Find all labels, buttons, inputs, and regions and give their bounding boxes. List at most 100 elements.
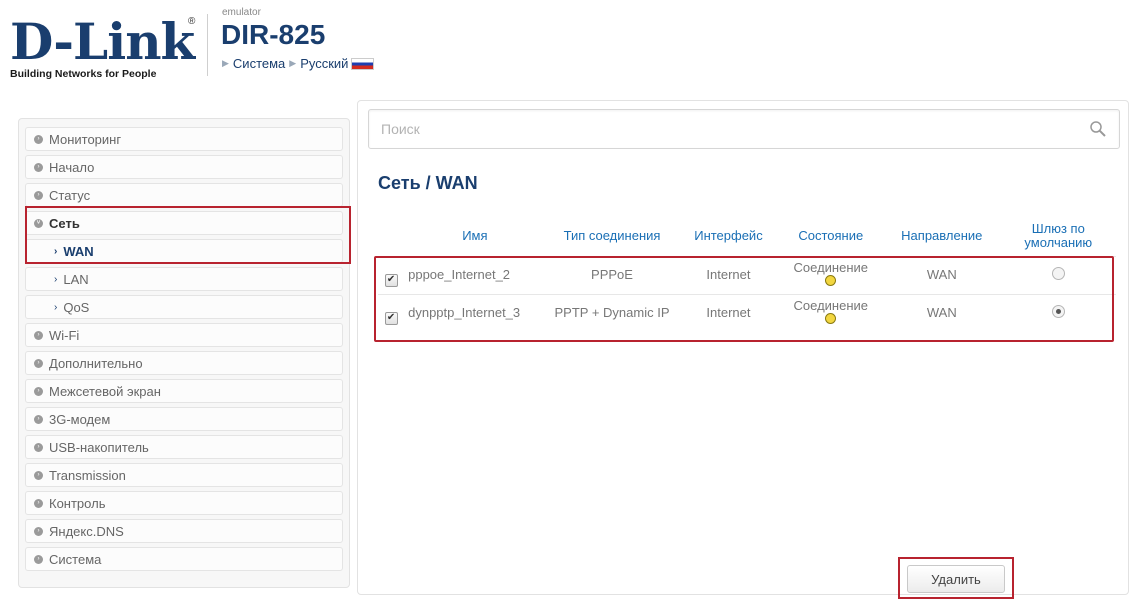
model-name: DIR-825 (221, 19, 326, 50)
sidebar-item-label: LAN (63, 271, 89, 287)
default-gateway-cell (1000, 293, 1116, 332)
sidebar-item-label: Система (49, 551, 102, 567)
table-row[interactable]: ✔ dynpptp_Internet_3 PPTP + Dynamic IP I… (378, 293, 1116, 332)
table-row[interactable]: ✔ pppoe_Internet_2 PPPoE Internet Соедин… (378, 255, 1116, 294)
column-header-direction[interactable]: Направление (883, 216, 1001, 256)
table-header-row: Имя Тип соединения Интерфейс Состояние Н… (378, 216, 1116, 256)
sidebar-item-label: Сеть (49, 215, 80, 231)
sidebar-item-qos[interactable]: › QoS (25, 295, 343, 319)
sidebar-item-label: Контроль (49, 495, 106, 511)
default-gateway-radio[interactable] (1051, 267, 1065, 280)
delete-button[interactable]: Удалить (907, 565, 1005, 593)
sidebar-item-advanced[interactable]: › Дополнительно (25, 351, 343, 375)
bullet-icon: › (34, 554, 43, 564)
column-header-name[interactable]: Имя (404, 216, 546, 256)
bullet-icon: › (34, 526, 43, 536)
sidebar-item-system[interactable]: › Система (25, 547, 343, 571)
dlink-logo[interactable]: D-Link ® Building Networks for People (10, 14, 200, 94)
connection-interface: Internet (678, 255, 779, 294)
connection-type: PPPoE (545, 255, 679, 294)
connection-type: PPTP + Dynamic IP (545, 293, 679, 332)
column-header-default-gateway[interactable]: Шлюз по умолчанию (1001, 216, 1116, 256)
sidebar-item-usb-storage[interactable]: › USB-накопитель (25, 435, 343, 459)
registered-mark: ® (188, 16, 196, 27)
sidebar-item-yandex-dns[interactable]: › Яндекс.DNS (25, 519, 343, 543)
connection-state-cell: Соединение (778, 293, 884, 332)
sidebar-item-status[interactable]: › Статус (25, 183, 343, 207)
chevron-right-icon: › (54, 245, 58, 257)
sidebar-item-transmission[interactable]: › Transmission (25, 463, 343, 487)
connection-direction: WAN (883, 255, 1001, 294)
connection-name[interactable]: dynpptp_Internet_3 (404, 293, 546, 332)
sidebar-item-label: Яндекс.DNS (49, 523, 124, 539)
bullet-icon: › (34, 442, 43, 452)
bullet-icon: › (34, 498, 43, 508)
connection-interface: Internet (678, 293, 779, 332)
bullet-icon: › (34, 414, 43, 424)
chevron-right-icon: › (54, 273, 58, 285)
column-header-state[interactable]: Состояние (779, 216, 883, 256)
wan-connections-table: Имя Тип соединения Интерфейс Состояние Н… (378, 216, 1116, 332)
sidebar-item-firewall[interactable]: › Межсетевой экран (25, 379, 343, 403)
arrow-right-icon: ▶ (222, 58, 229, 68)
column-header-connection-type[interactable]: Тип соединения (546, 216, 679, 256)
sidebar-item-label: Transmission (49, 467, 126, 483)
search-box (368, 109, 1120, 149)
bullet-expanded-icon: ˅ (34, 218, 43, 228)
language-link[interactable]: Русский (300, 56, 348, 71)
sidebar-item-label: WAN (63, 243, 94, 259)
logo-text: D-Link (10, 12, 195, 71)
row-checkbox[interactable]: ✔ (384, 311, 398, 325)
sidebar-item-lan[interactable]: › LAN (25, 267, 343, 291)
sidebar-item-wan[interactable]: › WAN (25, 239, 343, 263)
connection-state: Соединение (793, 260, 869, 275)
row-select-cell: ✔ (378, 293, 405, 332)
sidebar-item-label: USB-накопитель (49, 439, 149, 455)
sidebar-item-wifi[interactable]: › Wi-Fi (25, 323, 343, 347)
main-panel: Сеть / WAN Имя Тип соединения Интерфейс … (357, 100, 1129, 595)
page-title: Сеть / WAN (378, 173, 478, 193)
header-breadcrumb: ▶ Система ▶ Русский (222, 56, 375, 71)
sidebar-menu: › Мониторинг › Начало › Статус ˅ Сеть › WAN ›… (18, 118, 350, 588)
header-divider (207, 14, 208, 76)
select-column-header (378, 216, 404, 256)
column-header-interface[interactable]: Интерфейс (678, 216, 778, 256)
system-link[interactable]: Система (233, 56, 285, 71)
connection-state: Соединение (793, 298, 869, 314)
sidebar-item-label: Wi-Fi (49, 327, 80, 343)
chevron-right-icon: › (54, 301, 58, 313)
sidebar-item-label: Дополнительно (49, 355, 143, 371)
row-select-cell: ✔ (378, 255, 405, 294)
sidebar-item-label: 3G-модем (49, 411, 111, 427)
connection-state-cell: Соединение (778, 255, 884, 294)
sidebar-item-label: QoS (63, 299, 90, 315)
russian-flag-icon[interactable] (351, 57, 375, 70)
status-yellow-icon (825, 313, 837, 325)
sidebar-item-label: Начало (49, 159, 95, 175)
status-yellow-icon (825, 275, 837, 286)
bullet-icon: › (34, 190, 43, 200)
sidebar-item-3g-modem[interactable]: › 3G-модем (25, 407, 343, 431)
connection-direction: WAN (883, 293, 1001, 332)
sidebar-item-label: Межсетевой экран (49, 383, 161, 399)
bullet-icon: › (34, 330, 43, 340)
search-input[interactable] (369, 110, 1069, 148)
search-icon[interactable] (1089, 120, 1107, 138)
sidebar-item-monitoring[interactable]: › Мониторинг (25, 127, 343, 151)
sidebar-item-network[interactable]: ˅ Сеть (25, 211, 343, 235)
sidebar-item-label: Статус (49, 187, 91, 203)
emulator-label: emulator (222, 7, 261, 18)
header: D-Link ® Building Networks for People em… (0, 0, 1140, 95)
connection-name[interactable]: pppoe_Internet_2 (404, 255, 546, 294)
row-checkbox[interactable]: ✔ (384, 273, 398, 287)
arrow-right-icon: ▶ (289, 58, 297, 68)
sidebar-item-start[interactable]: › Начало (25, 155, 343, 179)
sidebar-item-label: Мониторинг (49, 131, 122, 147)
default-gateway-radio[interactable] (1051, 305, 1065, 319)
bullet-icon: › (34, 134, 43, 144)
bullet-icon: › (34, 358, 43, 368)
bullet-icon: › (34, 470, 43, 480)
default-gateway-cell (1000, 255, 1116, 294)
sidebar-item-control[interactable]: › Контроль (25, 491, 343, 515)
bullet-icon: › (34, 386, 43, 396)
